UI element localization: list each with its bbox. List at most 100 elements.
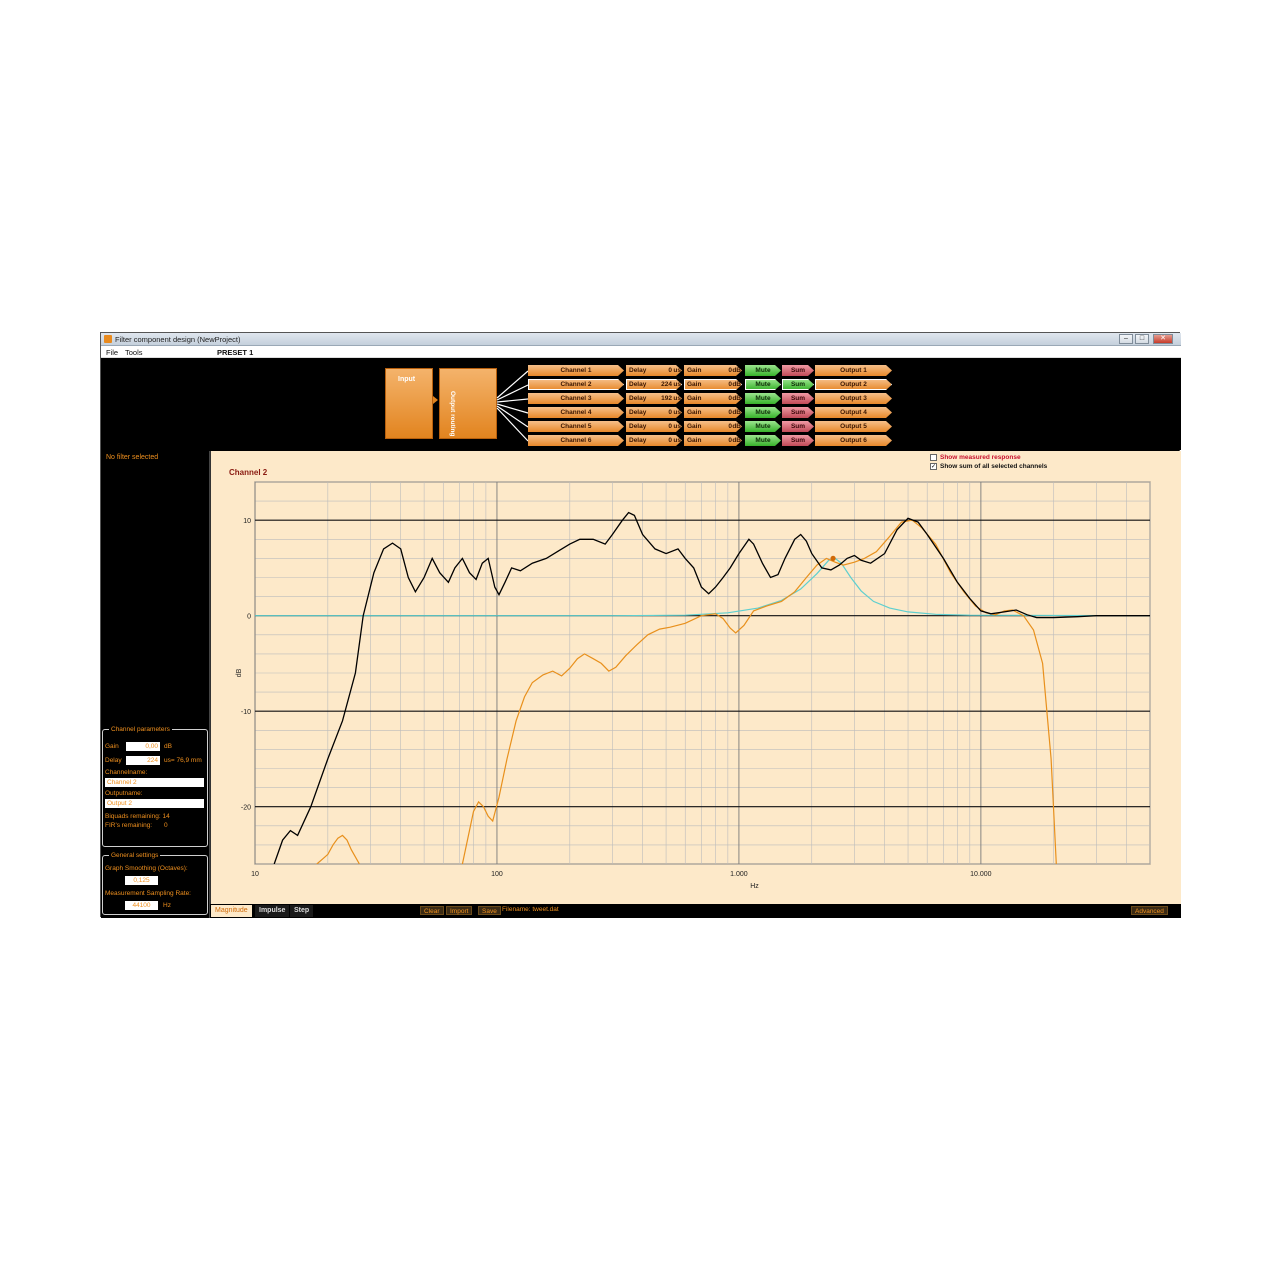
channel-output-button[interactable]: Output 3 [815,393,892,404]
channel-row[interactable]: Channel 6 Delay 0 us Gain 0 dB Mute Sum Output 6 [528,435,998,446]
gain-unit: dB [732,381,741,388]
delay-label: Delay [629,437,647,444]
channel-row[interactable]: Channel 1 Delay 0 us Gain 0 dB Mute Sum Output 1 [528,365,998,376]
channel-output-button[interactable]: Output 1 [815,365,892,376]
sampling-label: Measurement Sampling Rate: [105,890,191,897]
channel-mute-button[interactable]: Mute [745,379,781,390]
gain-label: Gain [687,395,702,402]
delay-value: 0 [668,409,672,416]
channel-gain-button[interactable]: Gain 0 dB [684,379,742,390]
channel-parameters-group: Channel parameters Gain 0,00 dB Delay 22… [102,726,208,847]
channel-name-button[interactable]: Channel 5 [528,421,624,432]
delay-unit: us [673,395,681,402]
filename-label: Filename: tweet.dat [502,906,559,913]
channel-delay-button[interactable]: Delay 192 us [626,393,682,404]
channel-row[interactable]: Channel 4 Delay 0 us Gain 0 dB Mute Sum Output 4 [528,407,998,418]
channel-delay-button[interactable]: Delay 0 us [626,365,682,376]
channel-name-button[interactable]: Channel 1 [528,365,624,376]
channel-mute-button[interactable]: Mute [745,365,781,376]
smoothing-input[interactable]: 0,125 [125,876,158,885]
sampling-unit: Hz [163,902,171,909]
menu-file[interactable]: File [106,348,118,357]
channel-output-button[interactable]: Output 4 [815,407,892,418]
x-axis-label: Hz [750,883,759,890]
frequency-response-chart[interactable]: 10 100 1.000 10.000100-10-20HzdB [211,451,1182,904]
channel-gain-button[interactable]: Gain 0 dB [684,393,742,404]
title-bar: Filter component design (NewProject) – □… [101,333,1181,346]
save-button[interactable]: Save [478,906,501,915]
channel-sum-button[interactable]: Sum [782,379,814,390]
channel-row[interactable]: Channel 5 Delay 0 us Gain 0 dB Mute Sum Output 5 [528,421,998,432]
close-button[interactable]: ✕ [1153,334,1173,344]
gain-label: Gain [687,367,702,374]
gain-input[interactable]: 0,00 [126,742,160,751]
delay-extra: us= 76,9 mm [164,757,202,764]
channel-mute-button[interactable]: Mute [745,421,781,432]
delay-value: 0 [668,367,672,374]
tab-step[interactable]: Step [290,905,314,917]
channel-sum-button[interactable]: Sum [782,407,814,418]
channel-name-button[interactable]: Channel 4 [528,407,624,418]
channel-mute-button[interactable]: Mute [745,407,781,418]
channel-gain-button[interactable]: Gain 0 dB [684,407,742,418]
channel-output-button[interactable]: Output 2 [815,379,892,390]
channel-sum-button[interactable]: Sum [782,365,814,376]
gain-unit: dB [732,395,741,402]
advanced-button[interactable]: Advanced [1131,906,1168,915]
channel-mute-button[interactable]: Mute [745,435,781,446]
delay-unit: us [673,409,681,416]
clear-button[interactable]: Clear [420,906,444,915]
channel-gain-button[interactable]: Gain 0 dB [684,435,742,446]
filter-handle[interactable] [830,555,836,561]
import-button[interactable]: Import [446,906,473,915]
channel-sum-button[interactable]: Sum [782,393,814,404]
tab-impulse[interactable]: Impulse [255,905,290,917]
minimize-button[interactable]: – [1119,334,1133,344]
channel-sum-button[interactable]: Sum [782,421,814,432]
gain-unit: dB [164,743,172,750]
preset-label[interactable]: PRESET 1 [217,348,253,357]
show-sum-label[interactable]: Show sum of all selected channels [940,463,1047,470]
channel-output-button[interactable]: Output 5 [815,421,892,432]
tab-magnitude[interactable]: Magnitude [211,905,252,917]
channel-gain-button[interactable]: Gain 0 dB [684,365,742,376]
outputname-input[interactable]: Output 2 [105,799,204,808]
channel-delay-button[interactable]: Delay 224 us [626,379,682,390]
y-tick-label: -10 [241,709,251,716]
delay-label: Delay [629,409,647,416]
show-measured-label[interactable]: Show measured response [940,454,1021,461]
chart-title: Channel 2 [229,468,268,477]
gain-unit: dB [732,367,741,374]
show-measured-checkbox[interactable] [930,454,937,461]
channel-gain-button[interactable]: Gain 0 dB [684,421,742,432]
y-tick-label: 0 [247,614,251,621]
channelname-label: Channelname: [105,769,148,776]
channel-sum-button[interactable]: Sum [782,435,814,446]
delay-unit: us [673,437,681,444]
channel-name-button[interactable]: Channel 6 [528,435,624,446]
x-tick-label: 1.000 [730,871,748,878]
outputname-label: Outputname: [105,790,143,797]
delay-value: 0 [668,423,672,430]
menu-bar: File Tools PRESET 1 [101,346,1181,358]
graph-area: 10 100 1.000 10.000 10 0 -10 -20 Hz dB Channel 2 … [210,451,1181,904]
x-tick-label: 10.000 [970,871,992,878]
gain-label: Gain [687,381,702,388]
channelname-input[interactable]: Channel 2 [105,778,204,787]
menu-tools[interactable]: Tools [125,348,143,357]
show-sum-checkbox[interactable]: ✓ [930,463,937,470]
channel-delay-button[interactable]: Delay 0 us [626,435,682,446]
channel-output-button[interactable]: Output 6 [815,435,892,446]
delay-input[interactable]: 224 [126,756,160,765]
x-tick-label: 10 [251,871,259,878]
channel-delay-button[interactable]: Delay 0 us [626,421,682,432]
maximize-button[interactable]: □ [1135,334,1149,344]
channel-row[interactable]: Channel 3 Delay 192 us Gain 0 dB Mute Sum Output … [528,393,998,404]
channel-name-button[interactable]: Channel 2 [528,379,624,390]
delay-unit: us [673,367,681,374]
channel-row[interactable]: Channel 2 Delay 224 us Gain 0 dB Mute Sum Output … [528,379,998,390]
channel-name-button[interactable]: Channel 3 [528,393,624,404]
sampling-input[interactable]: 44100 [125,901,158,910]
channel-delay-button[interactable]: Delay 0 us [626,407,682,418]
channel-mute-button[interactable]: Mute [745,393,781,404]
